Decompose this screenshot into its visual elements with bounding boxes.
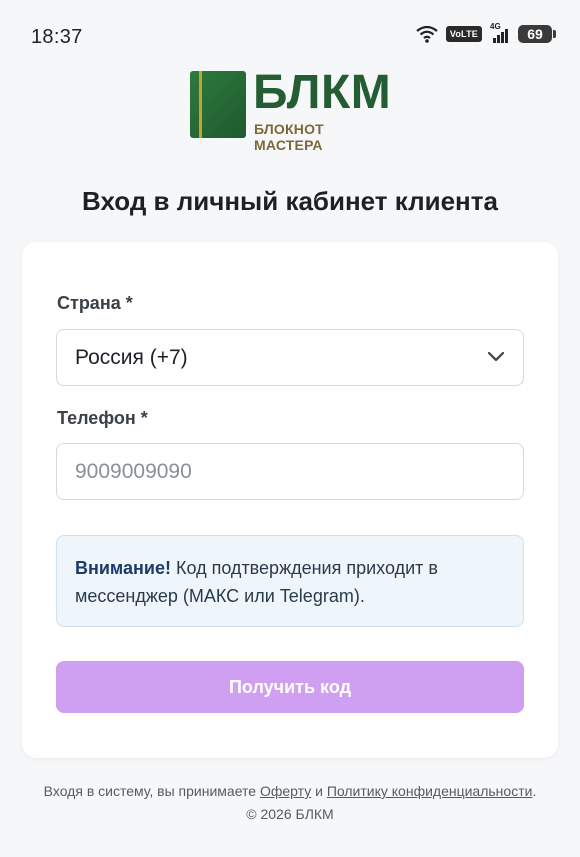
- country-label: Страна *: [57, 293, 133, 313]
- logo-subtitle: БЛОКНОТ МАСТЕРА: [254, 121, 324, 153]
- volte-badge: VoLTE: [445, 26, 482, 42]
- phone-input[interactable]: [56, 443, 524, 500]
- get-code-button[interactable]: Получить код: [56, 661, 524, 713]
- offer-link[interactable]: Оферту: [260, 783, 311, 799]
- status-icons: VoLTE 4G 69: [416, 22, 556, 43]
- terms-suffix: .: [532, 783, 537, 799]
- terms-conjunction: и: [311, 783, 327, 799]
- logo: БЛКМ БЛОКНОТ МАСТЕРА: [190, 66, 392, 153]
- wifi-icon: [416, 25, 438, 43]
- signal-icon: 4G: [490, 22, 510, 43]
- terms-prefix: Входя в систему, вы принимаете: [43, 783, 260, 799]
- phone-label: Телефон *: [57, 408, 148, 428]
- status-time: 18:37: [31, 26, 83, 48]
- status-bar: 18:37 VoLTE 4G 69: [0, 0, 580, 62]
- page-title: Вход в личный кабинет клиента: [82, 186, 498, 216]
- country-select-value: Россия (+7): [75, 346, 188, 369]
- notebook-icon: [190, 71, 246, 138]
- login-card: Страна * Россия (+7) Телефон * Внимание!…: [22, 242, 558, 758]
- notice-box: Внимание! Код подтверждения приходит в м…: [56, 535, 524, 627]
- copyright: © 2026 БЛКМ: [246, 806, 334, 822]
- chevron-down-icon: [487, 350, 505, 368]
- terms-text: Входя в систему, вы принимаете Оферту и …: [0, 783, 580, 799]
- logo-title: БЛКМ: [253, 66, 392, 119]
- notice-title: Внимание!: [75, 558, 171, 578]
- battery-icon: 69: [518, 25, 556, 43]
- country-select[interactable]: Россия (+7): [56, 329, 524, 386]
- privacy-policy-link[interactable]: Политику конфиденциальности: [327, 783, 533, 799]
